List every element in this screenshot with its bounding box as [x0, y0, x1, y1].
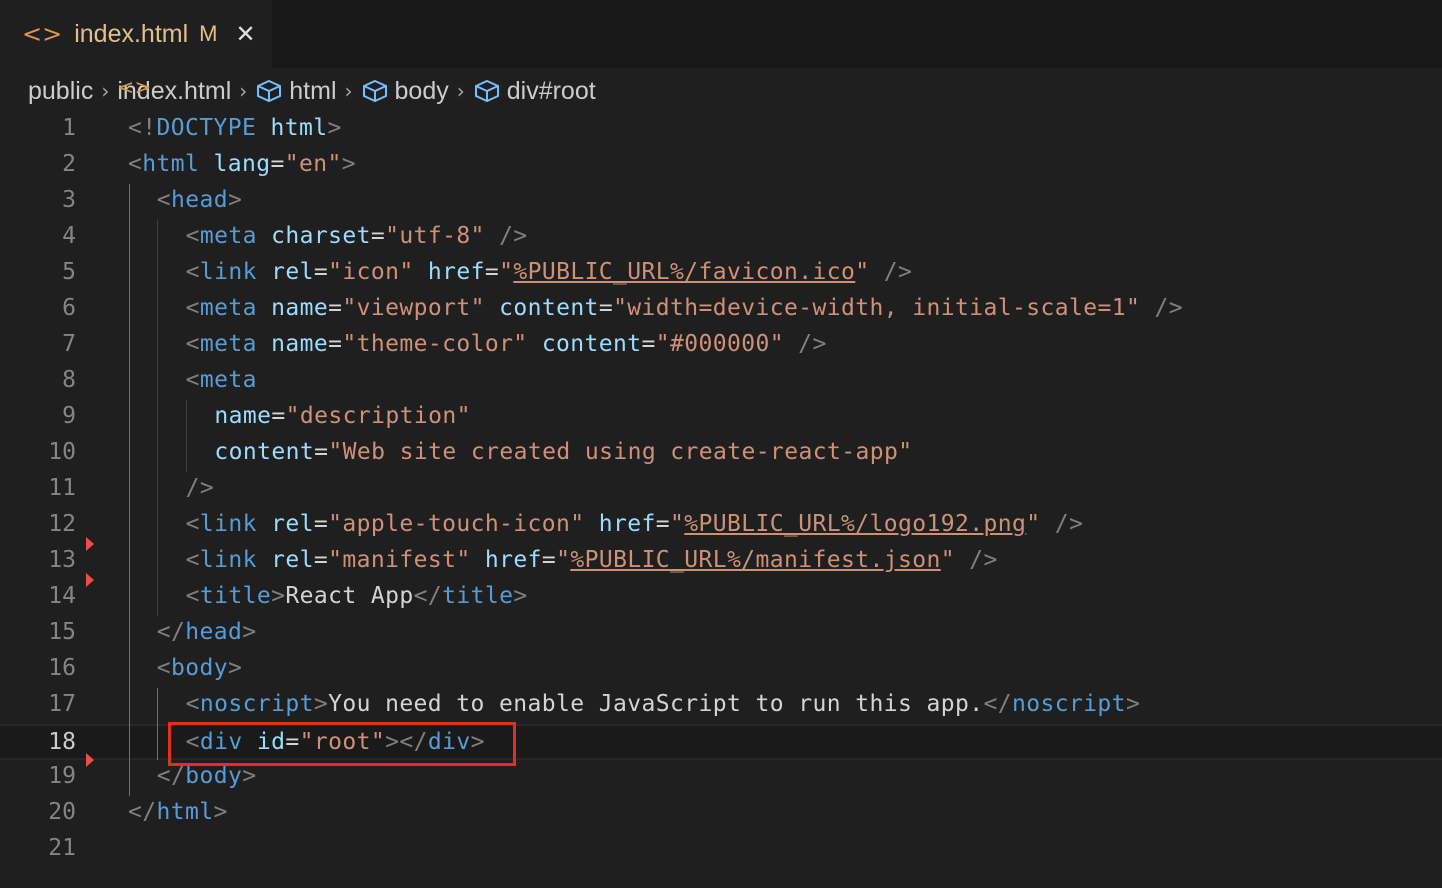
code-line[interactable]: 13 <link rel="manifest" href="%PUBLIC_URL… — [0, 544, 1442, 580]
code-line[interactable]: 17 <noscript>You need to enable JavaScrip… — [0, 688, 1442, 724]
line-number: 3 — [62, 187, 76, 213]
line-number: 6 — [62, 295, 76, 321]
chevron-right-icon: › — [101, 79, 110, 103]
indent-guide — [157, 688, 158, 760]
chevron-right-icon: › — [239, 79, 248, 103]
symbol-element-icon — [473, 79, 501, 103]
line-number: 10 — [48, 439, 76, 465]
chevron-right-icon: › — [456, 79, 465, 103]
indent-guide — [157, 220, 158, 616]
code-text: <meta charset="utf-8" /> — [185, 223, 528, 249]
code-line[interactable]: 10 content="Web site created using create… — [0, 436, 1442, 472]
code-line[interactable]: 12 <link rel="apple-touch-icon" href="%PU… — [0, 508, 1442, 544]
code-icon: <> — [117, 75, 152, 99]
code-text: <body> — [156, 655, 243, 681]
breadcrumb-item-index-html[interactable]: <> index.html — [117, 75, 231, 106]
breadcrumb-item-div-root[interactable]: div#root — [473, 77, 596, 106]
line-number: 17 — [48, 691, 76, 717]
code-text: <link rel="icon" href="%PUBLIC_URL%/favi… — [185, 259, 913, 285]
highlight-annotation — [168, 722, 516, 766]
code-text: </html> — [128, 799, 228, 825]
code-line[interactable]: 11 /> — [0, 472, 1442, 508]
code-line[interactable]: 3 <head> — [0, 184, 1442, 220]
code-text: <!DOCTYPE html> — [128, 115, 342, 141]
line-number: 20 — [48, 799, 76, 825]
code-text: </head> — [156, 619, 257, 645]
code-line[interactable]: 1 <!DOCTYPE html> — [0, 112, 1442, 148]
line-number: 11 — [48, 475, 76, 501]
close-icon[interactable]: ✕ — [236, 20, 256, 48]
indent-guide — [186, 400, 187, 472]
code-line[interactable]: 5 <link rel="icon" href="%PUBLIC_URL%/fav… — [0, 256, 1442, 292]
code-line[interactable]: 2 <html lang="en"> — [0, 148, 1442, 184]
code-text: <link rel="manifest" href="%PUBLIC_URL%/… — [185, 547, 998, 573]
line-number: 12 — [48, 511, 76, 537]
code-text: /> — [185, 475, 215, 501]
gutter-marker[interactable] — [86, 573, 94, 587]
line-number: 16 — [48, 655, 76, 681]
line-number: 2 — [62, 151, 76, 177]
breadcrumb-item-html[interactable]: html — [255, 76, 337, 106]
code-text: <title>React App</title> — [185, 583, 528, 609]
code-text: <meta name="theme-color" content="#00000… — [185, 331, 827, 357]
code-text: content="Web site created using create-r… — [214, 439, 913, 465]
line-number: 5 — [62, 259, 76, 285]
tab-bar: <> index.html M ✕ — [0, 0, 1442, 68]
line-number: 1 — [62, 115, 76, 141]
code-line[interactable]: 4 <meta charset="utf-8" /> — [0, 220, 1442, 256]
code-line[interactable]: 9 name="description" — [0, 400, 1442, 436]
code-text: <head> — [156, 187, 243, 213]
line-number: 14 — [48, 583, 76, 609]
breadcrumb-label: body — [394, 76, 449, 105]
code-text: </body> — [156, 763, 257, 789]
code-text: <meta name="viewport" content="width=dev… — [185, 295, 1183, 321]
line-number: 9 — [62, 403, 76, 429]
code-line[interactable]: 15 </head> — [0, 616, 1442, 652]
gutter-marker[interactable] — [86, 753, 94, 767]
breadcrumb-item-body[interactable]: body — [361, 77, 449, 106]
breadcrumb-label: public — [28, 76, 94, 105]
code-text: <meta — [185, 367, 257, 393]
code-text: <noscript>You need to enable JavaScript … — [185, 691, 1141, 717]
breadcrumb: public › <> index.html › html › body › d… — [28, 72, 596, 110]
code-editor[interactable]: 1 <!DOCTYPE html> 2 <html lang="en"> 3 <head>… — [0, 112, 1442, 888]
chevron-right-icon: › — [344, 79, 353, 103]
line-number: 8 — [62, 367, 76, 393]
line-number: 4 — [62, 223, 76, 249]
line-number: 18 — [48, 729, 76, 755]
breadcrumb-label: div#root — [506, 76, 596, 105]
code-line[interactable]: 14 <title>React App</title> — [0, 580, 1442, 616]
code-line[interactable]: 7 <meta name="theme-color" content="#0000… — [0, 328, 1442, 364]
modified-badge: M — [199, 21, 218, 46]
code-text: <link rel="apple-touch-icon" href="%PUBL… — [185, 511, 1084, 537]
line-number: 21 — [48, 835, 76, 861]
code-text: <html lang="en"> — [128, 151, 356, 177]
tab-title: index.html — [74, 19, 189, 48]
breadcrumb-item-public[interactable]: public — [28, 77, 93, 106]
code-icon: <> — [22, 20, 63, 48]
code-line[interactable]: 21 — [0, 832, 1442, 868]
code-line[interactable]: 16 <body> — [0, 652, 1442, 688]
code-text: name="description" — [214, 403, 471, 429]
gutter-marker[interactable] — [86, 537, 94, 551]
code-line[interactable]: 20 </html> — [0, 796, 1442, 832]
indent-guide — [129, 184, 130, 796]
line-number: 19 — [48, 763, 76, 789]
symbol-element-icon — [255, 79, 283, 103]
tab-index-html[interactable]: <> index.html M ✕ — [0, 0, 272, 68]
line-number: 7 — [62, 331, 76, 357]
breadcrumb-label: html — [289, 76, 337, 105]
line-number: 15 — [48, 619, 76, 645]
symbol-element-icon — [361, 79, 389, 103]
code-line[interactable]: 8 <meta — [0, 364, 1442, 400]
code-line[interactable]: 6 <meta name="viewport" content="width=de… — [0, 292, 1442, 328]
line-number: 13 — [48, 547, 76, 573]
